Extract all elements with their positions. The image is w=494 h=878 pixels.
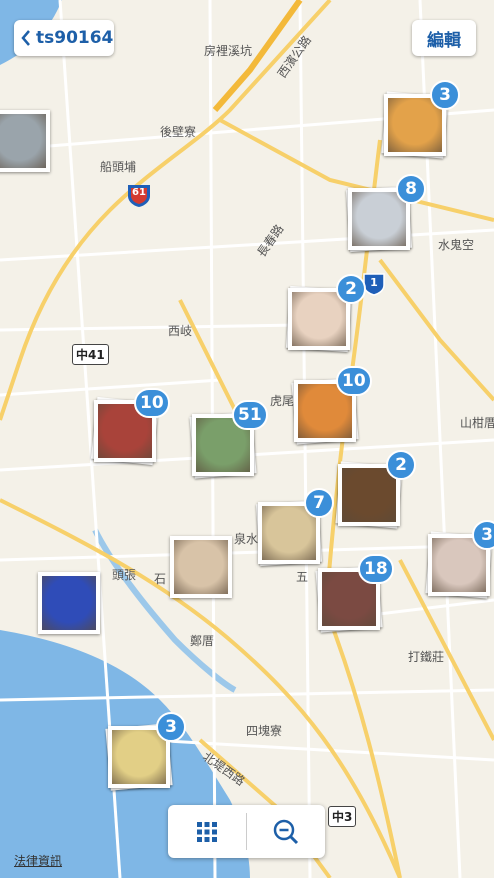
place-label: 石 <box>154 572 167 586</box>
photo-count-badge: 8 <box>396 174 426 204</box>
pin-landscape-image <box>0 114 46 168</box>
photo-pin[interactable]: 10 <box>291 366 372 445</box>
photo-pin[interactable]: 3 <box>381 80 460 159</box>
photo-count-badge: 10 <box>134 388 170 418</box>
place-label: 房裡溪坑 <box>204 44 253 58</box>
photo-pin[interactable]: 3 <box>425 520 494 599</box>
pin-fish-image <box>262 506 316 560</box>
photo-pin[interactable]: 51 <box>189 400 268 479</box>
route-zhong3-sign: 中3 <box>328 806 357 827</box>
place-label: 五 <box>296 570 309 584</box>
photo-pin[interactable]: 7 <box>255 488 334 567</box>
photo-count-badge: 3 <box>430 80 460 110</box>
photo-pin[interactable]: 2 <box>335 450 416 529</box>
route-zhong41-sign: 中41 <box>72 344 109 365</box>
photo-count-badge: 3 <box>472 520 494 550</box>
zoom-out-icon <box>273 819 299 844</box>
pin-congee-image <box>174 540 228 594</box>
photo-pin[interactable] <box>0 110 50 172</box>
back-button-label: ts90164 <box>36 28 114 48</box>
pin-baby-image <box>292 292 346 346</box>
pin-eggs-image <box>112 730 166 784</box>
edit-button-label: 編輯 <box>427 30 461 51</box>
place-label: 後壁寮 <box>160 125 197 139</box>
pin-braised-egg-image <box>342 468 396 522</box>
photo-count-badge: 3 <box>156 712 186 742</box>
legal-link[interactable]: 法律資訊 <box>14 852 62 869</box>
pin-drinks-image <box>352 192 406 246</box>
photo-count-badge: 7 <box>304 488 334 518</box>
pin-tv-image <box>42 576 96 630</box>
edit-button[interactable]: 編輯 <box>412 20 476 56</box>
back-button[interactable]: ts90164 <box>14 20 114 56</box>
photo-count-badge: 2 <box>336 274 366 304</box>
place-label: 西岐 <box>168 324 193 338</box>
route-61-shield: 61 <box>126 182 152 208</box>
photo-pin[interactable]: 10 <box>90 388 170 466</box>
photo-pin[interactable]: 8 <box>345 174 426 253</box>
grid-view-button[interactable] <box>168 805 246 858</box>
photo-pin[interactable] <box>38 572 100 634</box>
zoom-out-button[interactable] <box>247 805 325 858</box>
place-label: 虎尾 <box>270 394 295 408</box>
photo-count-badge: 51 <box>232 400 268 430</box>
map-toolbar <box>168 805 325 858</box>
place-label: 四塊寮 <box>246 724 283 738</box>
photo-count-badge: 10 <box>336 366 372 396</box>
place-label: 船頭埔 <box>100 160 137 174</box>
pin-fried-chicken-image <box>388 98 442 152</box>
place-label: 打鐵莊 <box>408 650 445 664</box>
grid-icon <box>197 821 217 842</box>
place-label: 山柑厝 <box>460 416 494 430</box>
photo-pin[interactable]: 18 <box>315 554 394 633</box>
photo-count-badge: 18 <box>358 554 394 584</box>
place-label: 水鬼空 <box>438 238 475 252</box>
photo-pin[interactable]: 2 <box>285 274 366 353</box>
place-label: 鄭厝 <box>190 634 215 648</box>
chevron-left-icon <box>21 30 30 46</box>
place-label: 頭張 <box>112 568 137 582</box>
place-label: 泉水 <box>234 532 259 546</box>
photo-pin[interactable]: 3 <box>105 712 186 791</box>
photo-pin[interactable] <box>170 536 232 598</box>
photo-count-badge: 2 <box>386 450 416 480</box>
